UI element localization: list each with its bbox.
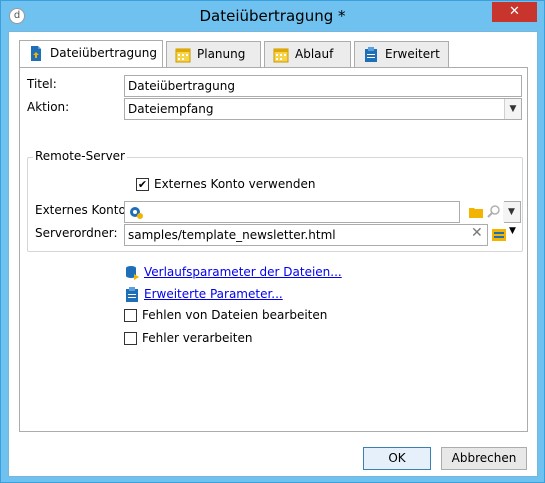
calendar-icon	[273, 48, 289, 63]
history-params-link[interactable]: Verlaufsparameter der Dateien...	[144, 265, 342, 279]
tab-panel: Titel: Dateiübertragung Aktion: Dateiemp…	[19, 67, 528, 432]
external-account-gear-icon	[130, 207, 143, 219]
tab-label: Erweitert	[385, 47, 440, 61]
calendar-icon	[175, 48, 191, 63]
history-params-icon	[126, 266, 139, 280]
tab-label: Ablauf	[295, 47, 334, 61]
external-account-input[interactable]	[124, 201, 460, 223]
search-icon[interactable]	[486, 204, 502, 220]
action-label: Aktion:	[27, 100, 70, 114]
folder-icon[interactable]	[468, 204, 484, 220]
ok-button[interactable]: OK	[363, 447, 431, 470]
chevron-down-icon: ▼	[503, 202, 520, 222]
window-title: Dateiübertragung *	[199, 7, 346, 25]
server-folder-value: samples/template_newsletter.html	[128, 228, 336, 242]
tab-planung[interactable]: Planung	[166, 41, 261, 67]
group-title: Remote-Server	[33, 149, 127, 163]
expression-editor-icon[interactable]	[491, 227, 507, 243]
account-dropdown-button[interactable]: ▼	[503, 201, 521, 223]
cancel-button[interactable]: Abbrechen	[441, 447, 527, 470]
clipboard-icon	[365, 47, 377, 62]
title-bar[interactable]: d Dateiübertragung * ✕	[1, 1, 544, 31]
use-external-account-checkbox[interactable]: ✔	[136, 178, 149, 191]
chevron-down-icon[interactable]: ▼	[509, 226, 516, 236]
title-label: Titel:	[27, 77, 57, 91]
handle-file-errors-label: Fehlen von Dateien bearbeiten	[142, 308, 328, 322]
tab-erweitert[interactable]: Erweitert	[354, 41, 449, 67]
action-select-value: Dateiempfang	[128, 102, 214, 116]
close-button[interactable]: ✕	[492, 2, 537, 22]
handle-file-errors-checkbox[interactable]	[124, 309, 137, 322]
advanced-params-link[interactable]: Erweiterte Parameter...	[144, 287, 283, 301]
server-folder-input[interactable]: samples/template_newsletter.html	[124, 224, 488, 246]
title-input[interactable]: Dateiübertragung	[124, 75, 522, 97]
remote-server-group: Remote-Server ✔ Externes Konto verwenden…	[27, 149, 523, 252]
cancel-label: Abbrechen	[451, 451, 517, 465]
dialog-window: d Dateiübertragung * ✕ Dateiübertragung	[0, 0, 545, 483]
clipboard-icon	[126, 287, 138, 302]
external-account-label: Externes Konto:	[35, 203, 130, 217]
tab-label: Planung	[197, 47, 246, 61]
use-external-account-label: Externes Konto verwenden	[154, 177, 316, 191]
action-select[interactable]: Dateiempfang ▼	[124, 98, 522, 120]
ok-label: OK	[388, 451, 406, 465]
server-folder-label: Serverordner:	[35, 226, 118, 240]
dialog-body: Dateiübertragung Planung Ablauf Erweiter…	[8, 31, 538, 477]
tab-dateiuebertragung[interactable]: Dateiübertragung	[19, 40, 163, 67]
process-errors-label: Fehler verarbeiten	[142, 331, 253, 345]
tab-label: Dateiübertragung	[50, 46, 157, 60]
clear-icon[interactable]: ✕	[471, 225, 483, 241]
tab-ablauf[interactable]: Ablauf	[264, 41, 351, 67]
chevron-down-icon[interactable]: ▼	[504, 99, 521, 119]
process-errors-checkbox[interactable]	[124, 332, 137, 345]
file-transfer-icon	[31, 46, 41, 61]
